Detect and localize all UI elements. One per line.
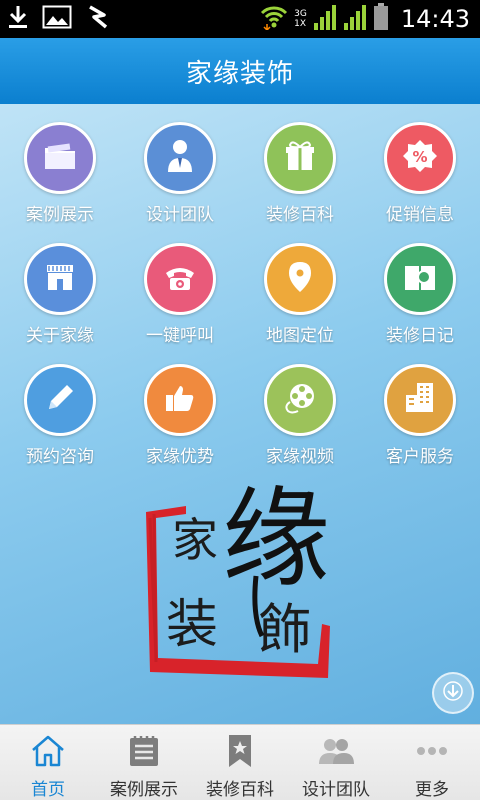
signal-icon-secondary [343, 3, 367, 35]
grid-item-design-team[interactable]: 设计团队 [120, 120, 240, 230]
home-content: 案例展示 设计团队 装修百科 % 促销信息 关于家缘 一键呼叫 地图定位 装修日… [0, 104, 480, 724]
office-building-icon [400, 378, 440, 422]
title-bar: 家缘装饰 [0, 38, 480, 104]
grid-icon-circle [384, 364, 456, 436]
tab-label: 首页 [31, 780, 65, 800]
storefront-icon [40, 257, 80, 301]
tab-home[interactable]: 首页 [0, 725, 96, 800]
logo-char-shi: 飾 [258, 598, 312, 661]
grid-item-case-showcase[interactable]: 案例展示 [0, 120, 120, 230]
grid-icon-circle: % [384, 122, 456, 194]
grid-item-decor-wiki[interactable]: 装修百科 [240, 120, 360, 230]
grid-item-video[interactable]: 家缘视频 [240, 362, 360, 472]
people-icon [316, 733, 356, 769]
grid-item-promotions[interactable]: % 促销信息 [360, 120, 480, 230]
grid-icon-circle [144, 364, 216, 436]
grid-icon-circle [264, 122, 336, 194]
signal-icon [313, 3, 337, 35]
grid-icon-circle [24, 243, 96, 315]
grid-item-advantages[interactable]: 家缘优势 [120, 362, 240, 472]
more-dots-icon [412, 733, 452, 769]
grid-label: 家缘视频 [266, 447, 334, 467]
grid-item-map-location[interactable]: 地图定位 [240, 241, 360, 351]
status-bar: 3G 1X 14:43 [0, 0, 480, 38]
grid-item-appointment[interactable]: 预约咨询 [0, 362, 120, 472]
image-icon [42, 5, 72, 33]
pencil-icon [40, 378, 80, 422]
film-reel-icon [280, 378, 320, 422]
usb-debug-icon [84, 4, 110, 34]
tab-label: 案例展示 [110, 780, 178, 800]
grid-icon-circle [24, 364, 96, 436]
grid-item-customer-service[interactable]: 客户服务 [360, 362, 480, 472]
map-pin-icon [280, 257, 320, 301]
grid-icon-circle [264, 364, 336, 436]
grid-label: 客户服务 [386, 447, 454, 467]
grid-label: 一键呼叫 [146, 326, 214, 346]
gift-box-icon [280, 136, 320, 180]
tab-decor-wiki[interactable]: 装修百科 [192, 725, 288, 800]
network-type-bottom: 1X [294, 19, 307, 29]
grid-label: 案例展示 [26, 205, 94, 225]
system-icons: 3G 1X 14:43 [260, 2, 470, 36]
battery-icon [373, 3, 389, 35]
grid-icon-circle [264, 243, 336, 315]
telephone-icon [160, 257, 200, 301]
network-type: 3G 1X [294, 9, 307, 29]
network-type-top: 3G [294, 9, 307, 19]
svg-text:%: % [412, 148, 427, 166]
grid-label: 装修百科 [266, 205, 334, 225]
notification-icons [6, 4, 110, 34]
tab-label: 装修百科 [206, 780, 274, 800]
logo-char-zhuang: 装 [166, 595, 218, 655]
grid-label: 装修日记 [386, 326, 454, 346]
grid-item-decor-diary[interactable]: 装修日记 [360, 241, 480, 351]
clock: 14:43 [400, 5, 470, 33]
grid-icon-circle [384, 243, 456, 315]
bookmark-icon [220, 733, 260, 769]
grid-icon-circle [144, 122, 216, 194]
tab-case-showcase[interactable]: 案例展示 [96, 725, 192, 800]
tab-more[interactable]: 更多 [384, 725, 480, 800]
tab-label: 设计团队 [302, 780, 370, 800]
grid-icon-circle [24, 122, 96, 194]
grid-item-one-key-call[interactable]: 一键呼叫 [120, 241, 240, 351]
logo-char-yuan: 缘 [222, 484, 330, 602]
arrow-down-icon [442, 680, 464, 706]
tab-design-team[interactable]: 设计团队 [288, 725, 384, 800]
brand-logo: 家 缘 装 飾 [140, 477, 370, 684]
grid-label: 地图定位 [266, 326, 334, 346]
download-icon [6, 4, 30, 34]
folder-icon [40, 136, 80, 180]
grid-label: 设计团队 [146, 205, 214, 225]
tab-label: 更多 [415, 780, 449, 800]
grid-label: 家缘优势 [146, 447, 214, 467]
designer-person-icon [160, 136, 200, 180]
grid-label: 预约咨询 [26, 447, 94, 467]
grid-label: 促销信息 [386, 205, 454, 225]
diary-search-icon [400, 257, 440, 301]
page-title: 家缘装饰 [185, 58, 294, 89]
logo-char-jia: 家 [172, 513, 218, 567]
grid-label: 关于家缘 [26, 326, 94, 346]
grid-icon-circle [144, 243, 216, 315]
scroll-down-button[interactable] [432, 672, 474, 714]
notepad-icon [124, 733, 164, 769]
grid-item-about[interactable]: 关于家缘 [0, 241, 120, 351]
bottom-tab-bar: 首页 案例展示 装修百科 设计团队 更多 [0, 724, 480, 800]
thumbs-up-icon [160, 378, 200, 422]
wifi-icon [260, 4, 288, 34]
percent-tag-icon: % [400, 136, 440, 180]
home-icon [28, 733, 68, 769]
